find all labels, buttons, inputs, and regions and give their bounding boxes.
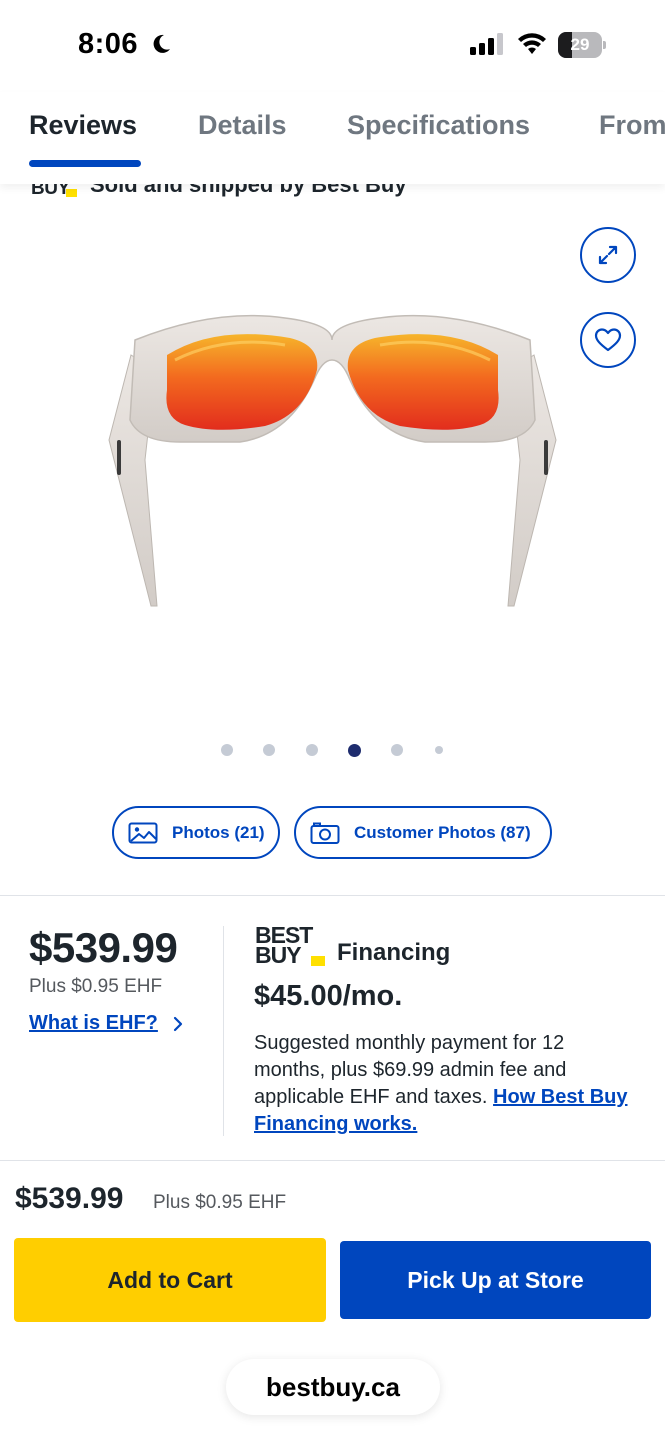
product-image[interactable] (95, 300, 570, 615)
signal-icon (470, 33, 503, 55)
gallery-dot-active[interactable] (348, 744, 361, 757)
section-divider (0, 895, 665, 896)
section-divider (0, 1160, 665, 1161)
product-tabs: Reviews Details Specifications From (0, 92, 665, 184)
logo-line-buy: BUY (255, 942, 302, 968)
gallery-pagination (0, 743, 665, 757)
wifi-icon (518, 33, 546, 54)
status-time: 8:06 (78, 28, 139, 60)
expand-icon (598, 245, 618, 265)
what-is-ehf-link[interactable]: What is EHF? (29, 1012, 158, 1035)
gallery-dot[interactable] (263, 744, 275, 756)
tab-details[interactable]: Details (198, 110, 287, 141)
financing-amount: $45.00/mo. (254, 980, 403, 1012)
tab-reviews[interactable]: Reviews (29, 110, 137, 141)
chevron-right-icon[interactable] (172, 1015, 184, 1033)
gallery-dot[interactable] (435, 746, 443, 754)
customer-photos-label: Customer Photos (87) (354, 822, 531, 842)
sticky-ehf: Plus $0.95 EHF (153, 1192, 287, 1213)
heart-icon (594, 328, 622, 352)
gallery-dot[interactable] (306, 744, 318, 756)
logo-tag (311, 956, 325, 966)
tab-specifications[interactable]: Specifications (347, 110, 530, 141)
battery-level: 29 (570, 35, 590, 54)
photos-label: Photos (21) (172, 822, 265, 842)
active-tab-indicator (29, 160, 141, 167)
pick-up-at-store-button[interactable]: Pick Up at Store (340, 1241, 651, 1319)
financing-description: Suggested monthly payment for 12 months,… (254, 1030, 634, 1138)
financing-label: Financing (337, 939, 451, 966)
sticky-price: $539.99 (15, 1182, 124, 1215)
camera-icon (310, 822, 340, 844)
best-buy-logo: BEST BUY (255, 924, 327, 970)
gallery-dot[interactable] (221, 744, 233, 756)
browser-url-bar[interactable]: bestbuy.ca (226, 1359, 440, 1415)
tab-from[interactable]: From (599, 110, 665, 141)
photos-button[interactable]: Photos (21) (112, 806, 280, 859)
customer-photos-button[interactable]: Customer Photos (87) (294, 806, 552, 859)
gallery-dot[interactable] (391, 744, 403, 756)
battery-icon: 29 (558, 32, 608, 58)
expand-button[interactable] (580, 227, 636, 283)
product-price: $539.99 (29, 924, 178, 971)
add-to-cart-button[interactable]: Add to Cart (14, 1238, 326, 1322)
price-divider (223, 926, 224, 1136)
moon-icon (153, 34, 170, 53)
wishlist-button[interactable] (580, 312, 636, 368)
image-icon (128, 822, 158, 843)
status-bar: 8:06 29 (0, 0, 665, 92)
best-buy-tag (66, 189, 77, 197)
ehf-fee: Plus $0.95 EHF (29, 976, 163, 997)
